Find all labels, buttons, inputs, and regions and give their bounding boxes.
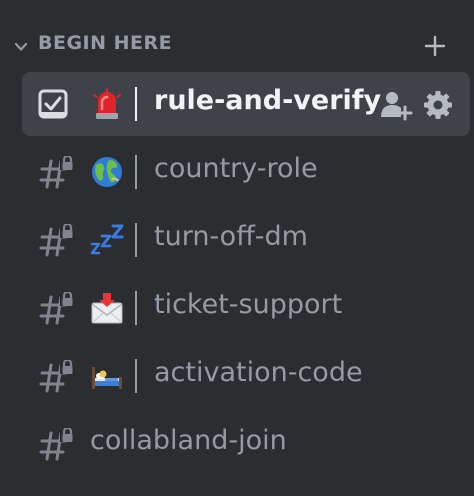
channel-name: activation-code	[154, 357, 363, 388]
locked-text-channel-icon	[38, 428, 74, 462]
channel-name: turn-off-dm	[154, 221, 308, 252]
locked-text-channel-icon	[38, 224, 74, 258]
name-separator	[135, 291, 137, 325]
police-light-emoji	[93, 88, 121, 119]
channel-name: collabland-join	[90, 425, 287, 456]
name-separator	[135, 359, 137, 393]
channel-country-role[interactable]: country-role	[22, 140, 470, 204]
globe-emoji	[92, 157, 122, 187]
zzz-emoji	[90, 224, 124, 255]
channel-activation-code[interactable]: activation-code	[22, 344, 470, 408]
rules-channel-icon	[38, 89, 68, 119]
name-separator	[135, 87, 137, 121]
name-separator	[135, 223, 137, 257]
channel-collabland-join[interactable]: collabland-join	[22, 412, 470, 476]
category-label: BEGIN HERE	[38, 32, 173, 54]
channel-name: ticket-support	[154, 289, 343, 320]
channel-name: country-role	[154, 153, 318, 184]
locked-text-channel-icon	[38, 360, 74, 394]
channel-actions	[381, 91, 452, 121]
channel-name: rule-and-verify	[154, 85, 382, 116]
locked-text-channel-icon	[38, 156, 74, 190]
incoming-envelope-emoji	[91, 293, 123, 324]
channel-turn-off-dm[interactable]: turn-off-dm	[22, 208, 470, 272]
invite-member-icon[interactable]	[381, 92, 413, 121]
channel-ticket-support[interactable]: ticket-support	[22, 276, 470, 340]
add-channel-icon[interactable]	[424, 35, 446, 57]
chevron-down-icon	[14, 42, 28, 51]
bed-emoji	[92, 367, 122, 389]
gear-icon[interactable]	[424, 91, 452, 119]
category-begin-here[interactable]: BEGIN HERE	[0, 26, 474, 66]
locked-text-channel-icon	[38, 292, 74, 326]
channel-rule-and-verify[interactable]: rule-and-verify	[22, 72, 470, 136]
name-separator	[135, 155, 137, 189]
